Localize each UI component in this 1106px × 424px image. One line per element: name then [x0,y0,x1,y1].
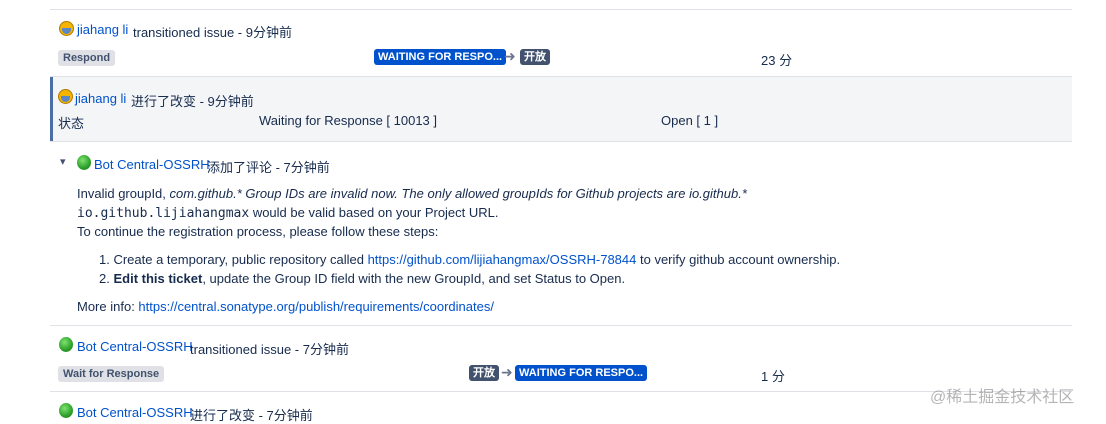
step-text: to verify github account ownership. [636,252,841,267]
user-link[interactable]: jiahang li [77,22,128,37]
step-text: 2. [99,271,114,286]
field-name: 状态 [58,116,85,131]
from-status-badge: 开放 [469,365,499,381]
highlight-bar [50,77,53,141]
to-status-badge: WAITING FOR RESPO... [515,365,648,381]
arrow-right-icon: ➜ [501,364,513,380]
code-text: io.github.lijiahangmax [77,206,250,221]
divider [50,391,1072,392]
more-info-label: More info: [77,299,139,314]
step-item: 2. Edit this ticket, update the Group ID… [99,271,625,286]
comment-line: To continue the registration process, pl… [77,224,439,239]
divider [50,325,1072,326]
activity-text: 进行了改变 - 7分钟前 [190,408,313,423]
divider [50,9,1072,10]
divider [50,141,1072,142]
activity-text: transitioned issue - 7分钟前 [190,342,349,357]
transition-label: Respond [58,50,116,66]
comment-text: would be valid based on your Project URL… [252,205,499,220]
user-link[interactable]: Bot Central-OSSRH [77,339,193,354]
user-link[interactable]: jiahang li [75,91,126,106]
activity-text: 进行了改变 - 9分钟前 [131,94,254,109]
comment-text: Invalid groupId, [77,186,170,201]
activity-text: transitioned issue - 9分钟前 [133,25,292,40]
to-status-badge: 开放 [520,49,550,65]
comment-italic-text: com.github.* Group IDs are invalid now. … [169,186,747,201]
chevron-down-icon[interactable]: ▾ [60,155,66,168]
step-text: , update the Group ID field with the new… [202,271,626,286]
user-link[interactable]: Bot Central-OSSRH [77,405,193,420]
bot-avatar [77,155,91,170]
old-value: Waiting for Response [ 10013 ] [259,113,438,128]
more-info: More info: https://central.sonatype.org/… [77,299,494,314]
duration: 1 分 [761,369,785,384]
step-item: 1. Create a temporary, public repository… [99,252,840,267]
comment-line: io.github.lijiahangmax would be valid ba… [77,205,499,221]
transition-label: Wait for Response [58,366,165,382]
arrow-right-icon: ➜ [504,48,516,64]
activity-text: 添加了评论 - 7分钟前 [207,160,330,175]
step-bold-text: Edit this ticket [113,271,203,286]
repo-link[interactable]: https://github.com/lijiahangmax/OSSRH-78… [368,252,637,267]
new-value: Open [ 1 ] [661,113,719,128]
user-avatar [59,21,74,36]
from-status-badge: WAITING FOR RESPO... [374,49,507,65]
step-text: 1. Create a temporary, public repository… [99,252,368,267]
user-avatar [58,89,73,104]
more-info-link[interactable]: https://central.sonatype.org/publish/req… [138,299,494,314]
comment-line: Invalid groupId, com.github.* Group IDs … [77,186,747,201]
bot-avatar [59,337,73,352]
watermark: @稀土掘金技术社区 [930,389,1075,406]
duration: 23 分 [761,53,793,68]
user-link[interactable]: Bot Central-OSSRH [94,157,210,172]
